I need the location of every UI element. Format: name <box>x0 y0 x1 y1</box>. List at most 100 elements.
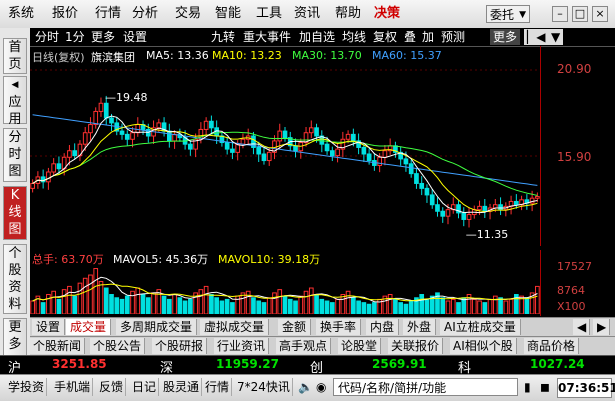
btn-settings[interactable]: 设置 <box>120 29 150 45</box>
volume-bar[interactable] <box>272 292 277 314</box>
volume-bar[interactable] <box>450 298 456 314</box>
tab-discussion[interactable]: 论股堂 <box>338 338 382 354</box>
volume-bar[interactable] <box>498 297 503 314</box>
scroll-right-icon[interactable]: ▶ <box>593 319 610 335</box>
candle-body[interactable] <box>466 214 472 220</box>
volume-bar[interactable] <box>124 295 130 314</box>
menu-decision[interactable]: 决策 <box>374 0 400 28</box>
btn-moving-avg[interactable]: 均线 <box>339 29 369 45</box>
volume-bar[interactable] <box>114 297 120 314</box>
volume-bar[interactable] <box>408 300 414 314</box>
btn-forecast[interactable]: 预测 <box>438 29 468 45</box>
candle-body[interactable] <box>109 117 114 124</box>
menu-tools[interactable]: 工具 <box>256 0 282 28</box>
tab-ai-similar[interactable]: AI相似个股 <box>450 338 517 354</box>
menu-news[interactable]: 资讯 <box>294 0 320 28</box>
candle-body[interactable] <box>277 130 283 142</box>
volume-bar[interactable] <box>282 295 288 314</box>
volume-bar[interactable] <box>166 298 172 314</box>
tab-volume[interactable]: 成交量 <box>66 319 112 335</box>
volume-bar[interactable] <box>119 298 125 314</box>
candle-body[interactable] <box>477 205 482 211</box>
sb-stock-wizard[interactable]: 股灵通 <box>161 378 203 396</box>
btn-1min[interactable]: 1分 <box>62 29 88 45</box>
tab-indicator-settings[interactable]: 设置 <box>32 319 66 335</box>
volume-bar[interactable] <box>56 298 62 314</box>
candle-body[interactable] <box>403 158 409 165</box>
candle-body[interactable] <box>335 148 340 157</box>
volume-bar[interactable] <box>172 294 177 314</box>
volume-bar[interactable] <box>356 300 361 314</box>
candle-body[interactable] <box>329 150 335 157</box>
volume-bar[interactable] <box>351 297 356 314</box>
candle-body[interactable] <box>209 120 214 129</box>
volume-bar[interactable] <box>303 290 309 314</box>
network-icon[interactable]: ▮ <box>522 378 533 396</box>
sb-learn-invest[interactable]: 学投资 <box>6 378 48 396</box>
tab-outer-disk[interactable]: 外盘 <box>403 319 437 335</box>
volume-bar[interactable] <box>508 298 514 314</box>
candle-body[interactable] <box>172 133 177 142</box>
volume-bar[interactable] <box>308 287 314 314</box>
candle-body[interactable] <box>224 142 230 150</box>
volume-bar[interactable] <box>419 294 425 314</box>
candle-body[interactable] <box>293 145 298 152</box>
candle-body[interactable] <box>314 127 319 137</box>
volume-bar[interactable] <box>177 297 183 314</box>
volume-bar[interactable] <box>145 297 151 314</box>
candle-body[interactable] <box>377 156 382 166</box>
volume-bar[interactable] <box>256 300 262 314</box>
maximize-button[interactable]: □ <box>572 6 588 22</box>
volume-bar[interactable] <box>161 295 167 314</box>
candle-body[interactable] <box>56 163 62 170</box>
candle-body[interactable] <box>482 205 488 212</box>
candle-body[interactable] <box>435 204 440 212</box>
volume-bar[interactable] <box>319 298 325 314</box>
btn-overlay[interactable]: 叠 <box>401 29 419 45</box>
candle-body[interactable] <box>345 133 351 140</box>
volume-bar[interactable] <box>393 298 398 314</box>
volume-bar[interactable] <box>535 285 540 314</box>
btn-more-periods[interactable]: 更多 <box>88 29 118 45</box>
volume-bar[interactable] <box>151 292 156 314</box>
tab-kline[interactable]: K线图 <box>3 186 27 240</box>
volume-bar[interactable] <box>471 298 477 314</box>
volume-bar[interactable] <box>230 302 235 314</box>
volume-bar[interactable] <box>445 300 451 314</box>
volume-bar[interactable] <box>251 297 256 314</box>
menu-smart[interactable]: 智能 <box>215 0 241 28</box>
volume-bar[interactable] <box>77 282 83 314</box>
tab-stock-research[interactable]: 个股研报 <box>152 338 208 354</box>
close-button[interactable]: × <box>592 6 608 22</box>
btn-add[interactable]: 加 <box>419 29 437 45</box>
candle-body[interactable] <box>266 151 272 162</box>
candle-body[interactable] <box>419 182 425 189</box>
candle-body[interactable] <box>93 110 99 126</box>
volume-bar[interactable] <box>67 285 72 314</box>
menu-analysis[interactable]: 分析 <box>132 0 158 28</box>
volume-bar[interactable] <box>219 300 225 314</box>
tab-apps[interactable]: ◀ 应用 <box>3 76 27 127</box>
trade-order-button[interactable]: 委托 ▼ <box>486 5 530 23</box>
volume-bar[interactable] <box>398 302 404 314</box>
candle-body[interactable] <box>98 102 104 112</box>
candle-body[interactable] <box>498 204 503 211</box>
candle-body[interactable] <box>240 138 246 145</box>
candle-body[interactable] <box>130 132 135 140</box>
menu-trade[interactable]: 交易 <box>175 0 201 28</box>
candle-body[interactable] <box>51 163 56 173</box>
volume-bar[interactable] <box>487 298 493 314</box>
volume-bar[interactable] <box>503 300 509 314</box>
btn-adjust[interactable]: 复权 <box>370 29 400 45</box>
btn-more-tools[interactable]: 更多 <box>490 29 521 45</box>
sb-feedback[interactable]: 反馈 <box>97 378 127 396</box>
volume-bar[interactable] <box>51 290 56 314</box>
volume-bar[interactable] <box>345 290 351 314</box>
tab-stock-news[interactable]: 个股新闻 <box>30 338 86 354</box>
volume-bar[interactable] <box>103 287 109 314</box>
volume-bar[interactable] <box>46 294 51 314</box>
candle-body[interactable] <box>535 196 540 199</box>
volume-bar[interactable] <box>456 302 461 314</box>
candle-body[interactable] <box>230 148 235 153</box>
search-input[interactable]: 代码/名称/简拼/功能 <box>333 378 518 396</box>
